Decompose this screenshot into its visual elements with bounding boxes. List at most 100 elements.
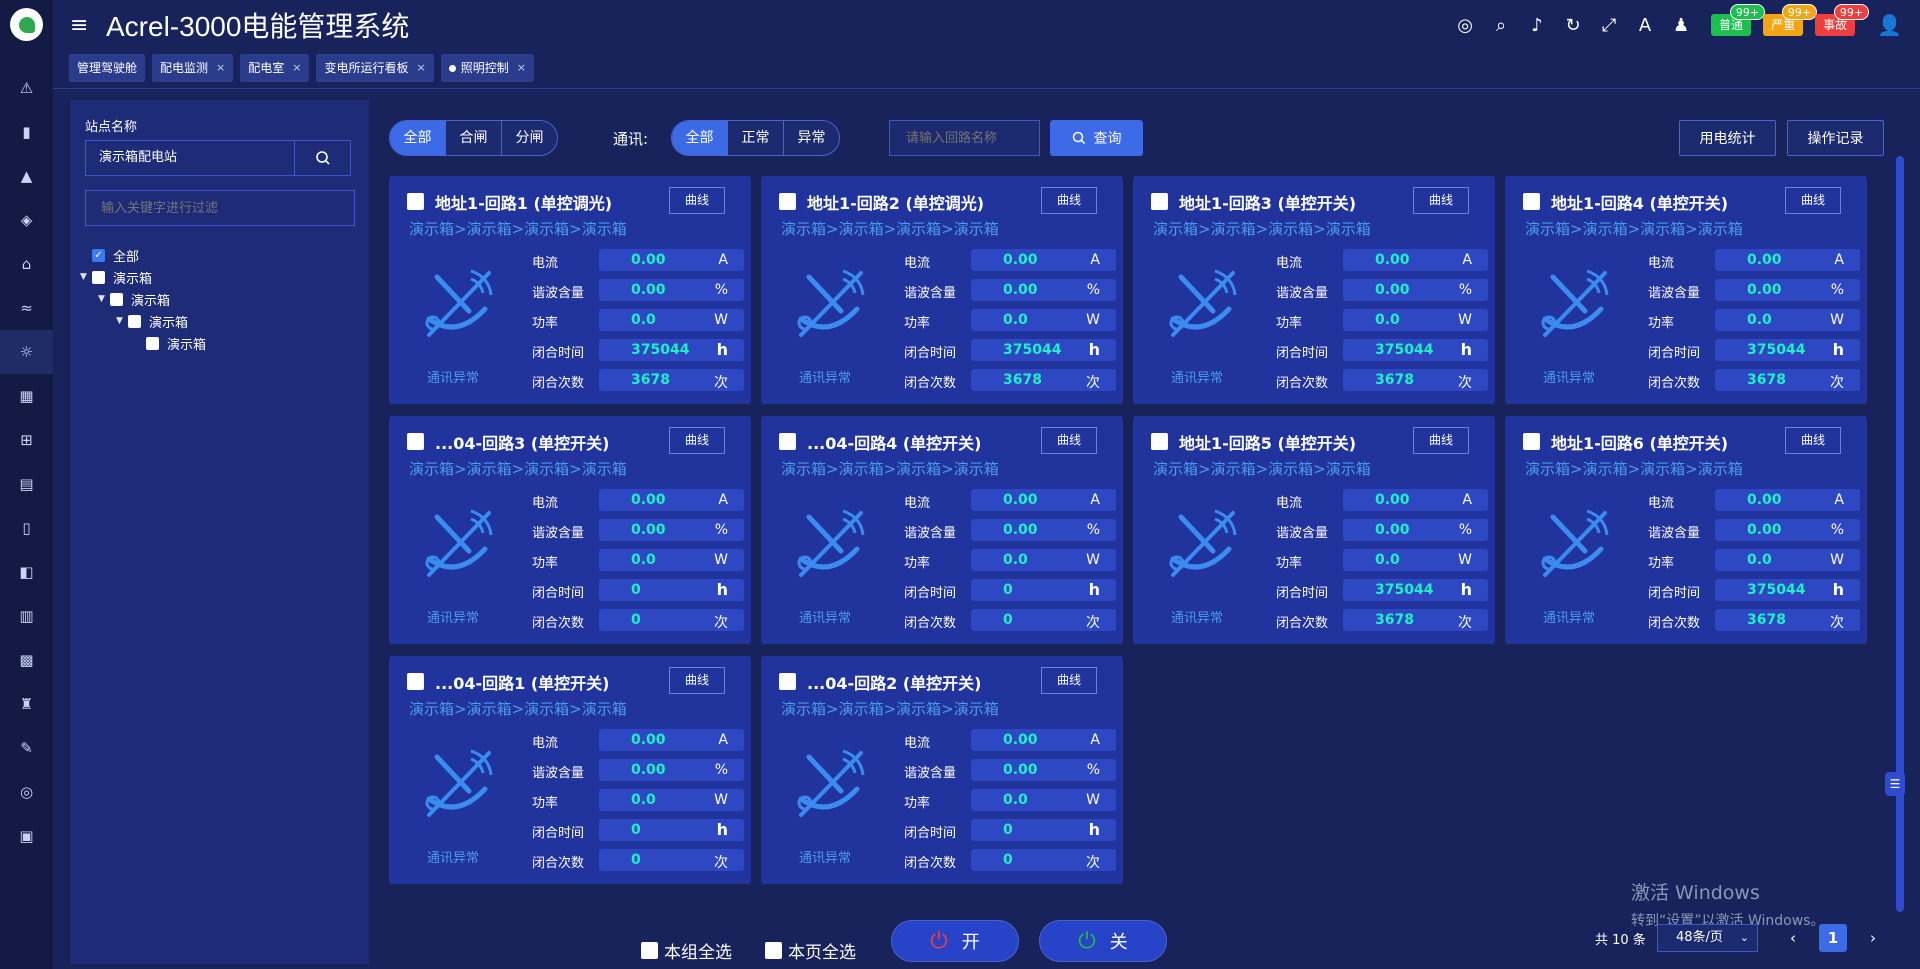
fullscreen-icon[interactable]: ⤢ <box>1591 15 1627 36</box>
warning-light-nav-icon[interactable]: ♜ <box>0 682 53 726</box>
theme-icon[interactable]: ♟ <box>1663 15 1699 36</box>
tab-item[interactable]: 变电所运行看板 × <box>316 54 434 82</box>
loop-checkbox[interactable] <box>407 433 424 450</box>
tree-checkbox[interactable] <box>128 314 141 328</box>
area-chart-nav-icon[interactable]: ▲ <box>0 154 53 198</box>
tab-item[interactable]: 配电监测 × <box>152 54 234 82</box>
filter-option[interactable]: 异常 <box>784 121 839 155</box>
tab-item[interactable]: 管理驾驶舱 <box>69 54 146 82</box>
curve-button[interactable]: 曲线 <box>1041 427 1097 454</box>
tree-node[interactable]: ▼ 演示箱 <box>80 267 152 287</box>
loop-name-input[interactable] <box>889 120 1040 156</box>
tree-checkbox[interactable]: ✓ <box>92 248 105 262</box>
curve-button[interactable]: 曲线 <box>1785 187 1841 214</box>
bar-chart-nav-icon[interactable]: ▮ <box>0 110 53 154</box>
filter-option[interactable]: 合闸 <box>446 121 502 155</box>
alarm-nav-icon[interactable]: ⚠ <box>0 66 53 110</box>
lighting-nav-icon[interactable]: ☼ <box>0 330 53 374</box>
energy-stats-button[interactable]: 用电统计 <box>1679 120 1776 156</box>
report-nav-icon[interactable]: ▥ <box>0 594 53 638</box>
translate-icon[interactable]: A <box>1627 15 1663 36</box>
edit-nav-icon[interactable]: ✎ <box>0 726 53 770</box>
trend-nav-icon[interactable]: ≈ <box>0 286 53 330</box>
power-off-button[interactable]: ⏻ 关 <box>1039 920 1167 962</box>
energy-nav-icon[interactable]: ◎ <box>0 770 53 814</box>
refresh-icon[interactable]: ↻ <box>1555 15 1591 36</box>
filter-option[interactable]: 正常 <box>728 121 784 155</box>
tab-item[interactable]: 配电室 × <box>240 54 310 82</box>
analysis-nav-icon[interactable]: ◈ <box>0 198 53 242</box>
close-icon[interactable]: × <box>216 54 225 82</box>
meter-nav-icon[interactable]: ▦ <box>0 374 53 418</box>
tree-filter-input[interactable] <box>85 190 355 226</box>
substation-nav-icon[interactable]: ⌂ <box>0 242 53 286</box>
tab-item[interactable]: 照明控制 × <box>440 54 534 82</box>
curve-button[interactable]: 曲线 <box>669 187 725 214</box>
tree-node[interactable]: ▼ 演示箱 <box>116 311 188 331</box>
device-nav-icon[interactable]: ▤ <box>0 462 53 506</box>
tree-node[interactable]: 演示箱 <box>134 333 206 353</box>
page-size-select[interactable]: 48条/页 ⌄ <box>1657 924 1758 952</box>
curve-button[interactable]: 曲线 <box>669 427 725 454</box>
operation-log-button[interactable]: 操作记录 <box>1787 120 1884 156</box>
globe-icon[interactable]: ◎ <box>1447 15 1483 36</box>
hamburger-menu-icon[interactable]: ≡ <box>70 13 100 38</box>
query-button[interactable]: 查询 <box>1050 120 1143 156</box>
close-icon[interactable]: × <box>292 54 301 82</box>
curve-button[interactable]: 曲线 <box>1413 187 1469 214</box>
alarm-badge[interactable]: 严重 99+ <box>1763 4 1818 36</box>
settings-sliders-icon[interactable]: ☰ <box>1885 772 1905 796</box>
next-page-button[interactable]: › <box>1859 924 1887 952</box>
loop-checkbox[interactable] <box>407 193 424 210</box>
close-icon[interactable]: × <box>517 54 526 82</box>
curve-button[interactable]: 曲线 <box>669 667 725 694</box>
search-icon[interactable]: ⌕ <box>1483 15 1519 36</box>
select-group-checkbox[interactable]: 本组全选 <box>641 938 732 963</box>
loop-checkbox[interactable] <box>1523 433 1540 450</box>
curve-button[interactable]: 曲线 <box>1785 427 1841 454</box>
alarm-badge[interactable]: 事故 99+ <box>1815 4 1870 36</box>
loop-checkbox[interactable] <box>779 193 796 210</box>
document-nav-icon[interactable]: ▣ <box>0 814 53 858</box>
metric-value-box: 0.00 A <box>971 489 1116 511</box>
loop-checkbox[interactable] <box>779 433 796 450</box>
curve-button[interactable]: 曲线 <box>1413 427 1469 454</box>
filter-option[interactable]: 全部 <box>390 121 446 155</box>
station-search-button[interactable] <box>294 141 350 175</box>
tree-checkbox[interactable] <box>146 336 159 350</box>
vertical-scrollbar[interactable] <box>1896 156 1904 912</box>
tree-node[interactable]: ✓ 全部 <box>80 245 139 265</box>
tree-checkbox[interactable] <box>110 292 123 306</box>
cabinet-nav-icon[interactable]: ▩ <box>0 638 53 682</box>
tree-checkbox[interactable] <box>92 270 105 284</box>
loop-checkbox[interactable] <box>1151 193 1168 210</box>
prev-page-button[interactable]: ‹ <box>1779 924 1807 952</box>
loop-checkbox[interactable] <box>1151 433 1168 450</box>
caret-down-icon[interactable]: ▼ <box>80 272 92 282</box>
metric-value-box: 0h <box>599 819 744 841</box>
metric-label: 功率 <box>532 316 559 331</box>
close-icon[interactable]: × <box>417 54 426 82</box>
metric-label: 谐波含量 <box>904 526 957 541</box>
power-on-button[interactable]: ⏻ 开 <box>891 920 1019 962</box>
loop-checkbox[interactable] <box>779 673 796 690</box>
loop-checkbox[interactable] <box>407 673 424 690</box>
filter-option[interactable]: 分闸 <box>502 121 557 155</box>
grid-nav-icon[interactable]: ⊞ <box>0 418 53 462</box>
volume-icon[interactable]: ♪ <box>1519 15 1555 36</box>
station-select[interactable]: 演示箱配电站 <box>85 140 351 176</box>
select-page-checkbox[interactable]: 本页全选 <box>765 938 856 963</box>
curve-button[interactable]: 曲线 <box>1041 667 1097 694</box>
metric-value-box: 0h <box>971 579 1116 601</box>
camera-nav-icon[interactable]: ◧ <box>0 550 53 594</box>
caret-down-icon[interactable]: ▼ <box>98 294 110 304</box>
user-icon[interactable]: 👤 <box>1877 13 1902 37</box>
tree-node[interactable]: ▼ 演示箱 <box>98 289 170 309</box>
extinguisher-nav-icon[interactable]: ▯ <box>0 506 53 550</box>
filter-option[interactable]: 全部 <box>672 121 728 155</box>
loop-checkbox[interactable] <box>1523 193 1540 210</box>
caret-down-icon[interactable]: ▼ <box>116 316 128 326</box>
curve-button[interactable]: 曲线 <box>1041 187 1097 214</box>
alarm-badge[interactable]: 普通 99+ <box>1711 4 1766 36</box>
current-page-button[interactable]: 1 <box>1819 924 1847 952</box>
